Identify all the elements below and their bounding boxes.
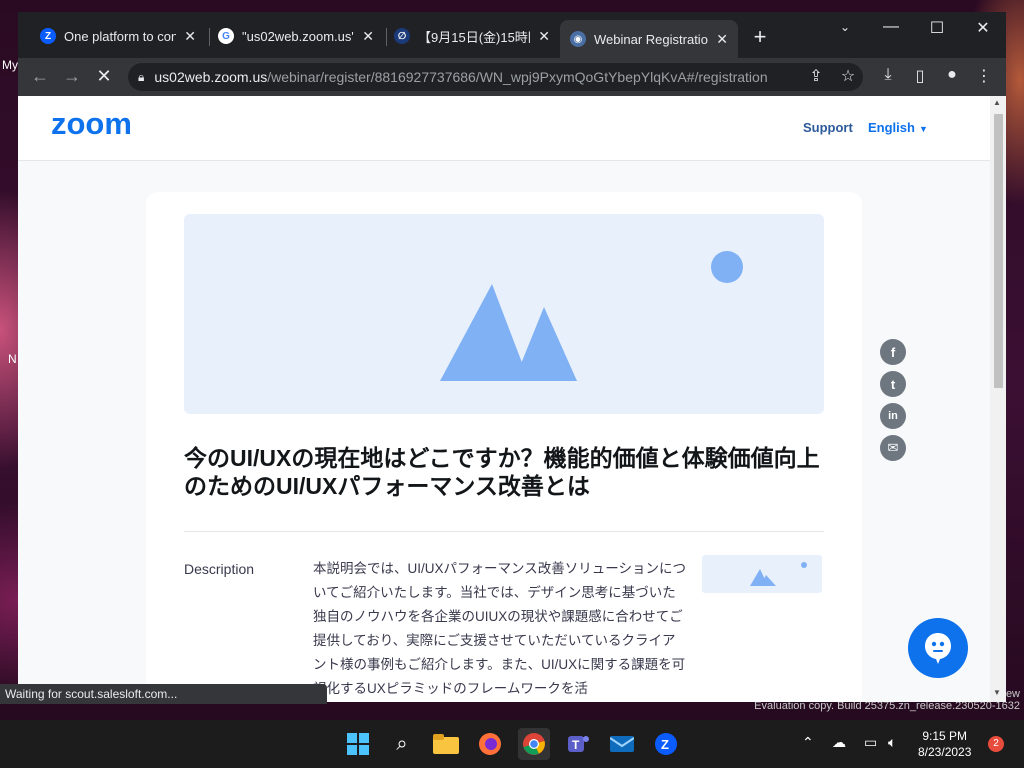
clock-time: 9:15 PM xyxy=(922,729,968,743)
tab-title: "us02web.zoom.us" - xyxy=(242,28,355,44)
windows-icon xyxy=(347,733,369,755)
chrome-icon[interactable] xyxy=(518,728,550,760)
site-icon: ∅ xyxy=(394,28,410,44)
vertical-scrollbar[interactable]: ▲ ▼ xyxy=(990,96,1006,702)
download-icon[interactable]: ⤓ xyxy=(876,66,900,84)
scrollbar-thumb[interactable] xyxy=(994,114,1003,388)
linkedin-icon[interactable]: in xyxy=(880,403,906,429)
chat-assistant-button[interactable] xyxy=(908,618,968,678)
share-page-icon[interactable]: ⇪ xyxy=(804,66,828,86)
close-icon[interactable]: ✕ xyxy=(184,28,196,45)
language-label: English xyxy=(868,120,915,135)
address-bar[interactable]: 🔒︎ us02web.zoom.us /webinar/register/881… xyxy=(128,63,863,91)
profile-icon[interactable]: ● xyxy=(940,66,964,84)
network-icon[interactable]: ☁ xyxy=(832,734,846,751)
description-label: Description xyxy=(184,561,255,577)
caret-down-icon: ▼ xyxy=(918,124,928,134)
bookmark-star-icon[interactable]: ☆ xyxy=(836,66,860,86)
mail-icon[interactable] xyxy=(606,728,638,760)
webinar-title: 今のUI/UXの現在地はどこですか？機能的価値と体験価値向上のためのUI/UXパ… xyxy=(184,445,820,499)
stop-loading-button[interactable]: ✕ xyxy=(92,66,116,87)
svg-text:T: T xyxy=(572,738,580,752)
start-button[interactable] xyxy=(342,728,374,760)
zoom-header: zoom Support English ▼ xyxy=(18,96,990,161)
close-window-button[interactable]: ✕ xyxy=(968,18,998,38)
close-icon[interactable]: ✕ xyxy=(538,28,550,45)
email-icon[interactable]: ✉ xyxy=(880,435,906,461)
svg-text:zoom: zoom xyxy=(51,110,132,138)
page-viewport: zoom Support English ▼ 今のUI/UXの現在地はどこですか？… xyxy=(18,96,1006,702)
close-icon[interactable]: ✕ xyxy=(716,31,728,48)
close-icon[interactable]: ✕ xyxy=(362,28,374,45)
description-text: 本説明会では、UI/UXパフォーマンス改善ソリューションについてご紹介いたします… xyxy=(313,561,686,696)
tab-title: 【9月15日(金)15時開催 xyxy=(418,29,530,45)
forward-button[interactable]: → xyxy=(60,66,84,87)
loading-status-bar: Waiting for scout.salesloft.com... xyxy=(0,684,327,704)
back-button[interactable]: ← xyxy=(28,66,52,87)
display-icon[interactable]: ▭ xyxy=(864,734,877,751)
tab-zoom-home[interactable]: Z One platform to conn ✕ xyxy=(30,22,206,50)
language-dropdown[interactable]: English ▼ xyxy=(868,120,928,135)
support-link[interactable]: Support xyxy=(803,120,853,135)
zoom-app-icon[interactable]: Z xyxy=(650,728,682,760)
tab-google-search[interactable]: G "us02web.zoom.us" - ✕ xyxy=(208,22,384,50)
url-path: /webinar/register/8816927737686/WN_wpj9P… xyxy=(267,69,768,85)
chevron-up-icon[interactable]: ⌃ xyxy=(802,734,814,751)
desktop-label: My xyxy=(2,58,18,72)
facebook-icon[interactable]: f xyxy=(880,339,906,365)
tab-search-icon[interactable]: ⌄ xyxy=(830,20,860,34)
firefox-icon[interactable] xyxy=(474,728,506,760)
tab-event-page[interactable]: ∅ 【9月15日(金)15時開催 ✕ xyxy=(384,22,560,50)
browser-toolbar: ← → ✕ 🔒︎ us02web.zoom.us /webinar/regist… xyxy=(18,58,1006,96)
desktop-label: N xyxy=(8,352,17,366)
maximize-button[interactable]: ☐ xyxy=(922,18,952,38)
zoom-logo[interactable]: zoom xyxy=(51,106,163,143)
teams-icon[interactable]: T xyxy=(562,728,594,760)
menu-icon[interactable]: ⋮ xyxy=(972,66,996,86)
clock-date: 8/23/2023 xyxy=(918,745,972,759)
registration-card: 今のUI/UXの現在地はどこですか？機能的価値と体験価値向上のためのUI/UXパ… xyxy=(146,192,862,702)
tab-title: Webinar Registration xyxy=(594,31,709,47)
tab-title: One platform to conn xyxy=(64,28,177,44)
divider xyxy=(184,531,824,532)
zoom-webinar-icon: ◉ xyxy=(570,31,586,47)
notification-badge[interactable]: 2 xyxy=(988,736,1004,752)
search-icon[interactable]: ⌕ xyxy=(386,728,418,760)
zoom-icon: Z xyxy=(40,28,56,44)
svg-text:Z: Z xyxy=(661,737,669,752)
scroll-down-arrow[interactable]: ▼ xyxy=(993,688,1001,697)
scroll-up-arrow[interactable]: ▲ xyxy=(993,98,1001,107)
watermark-fragment: ew xyxy=(1005,688,1020,700)
google-icon: G xyxy=(218,28,234,44)
side-panel-icon[interactable]: ▯ xyxy=(908,66,932,86)
volume-icon[interactable]: 🔈︎ xyxy=(888,734,896,751)
windows-taskbar: ⌕ T Z ⌃ ☁ ▭ 🔈︎ 9:15 PM 8/23/2023 2 xyxy=(0,720,1024,768)
lock-icon[interactable]: 🔒︎ xyxy=(138,70,144,85)
new-tab-button[interactable]: + xyxy=(748,24,772,50)
image-placeholder-icon xyxy=(440,251,743,381)
tab-strip: Z One platform to conn ✕ G "us02web.zoom… xyxy=(18,12,1006,58)
system-clock[interactable]: 9:15 PM 8/23/2023 xyxy=(918,728,971,760)
webinar-banner-placeholder xyxy=(184,214,824,414)
file-explorer-icon[interactable] xyxy=(430,728,462,760)
speaker-image-placeholder xyxy=(702,555,822,593)
url-host: us02web.zoom.us xyxy=(154,69,268,85)
browser-window: Z One platform to conn ✕ G "us02web.zoom… xyxy=(18,12,1006,702)
chat-bot-icon xyxy=(925,633,951,664)
tab-webinar-registration[interactable]: ◉ Webinar Registration ✕ xyxy=(560,20,738,58)
twitter-icon[interactable]: t xyxy=(880,371,906,397)
minimize-button[interactable]: — xyxy=(876,18,906,36)
